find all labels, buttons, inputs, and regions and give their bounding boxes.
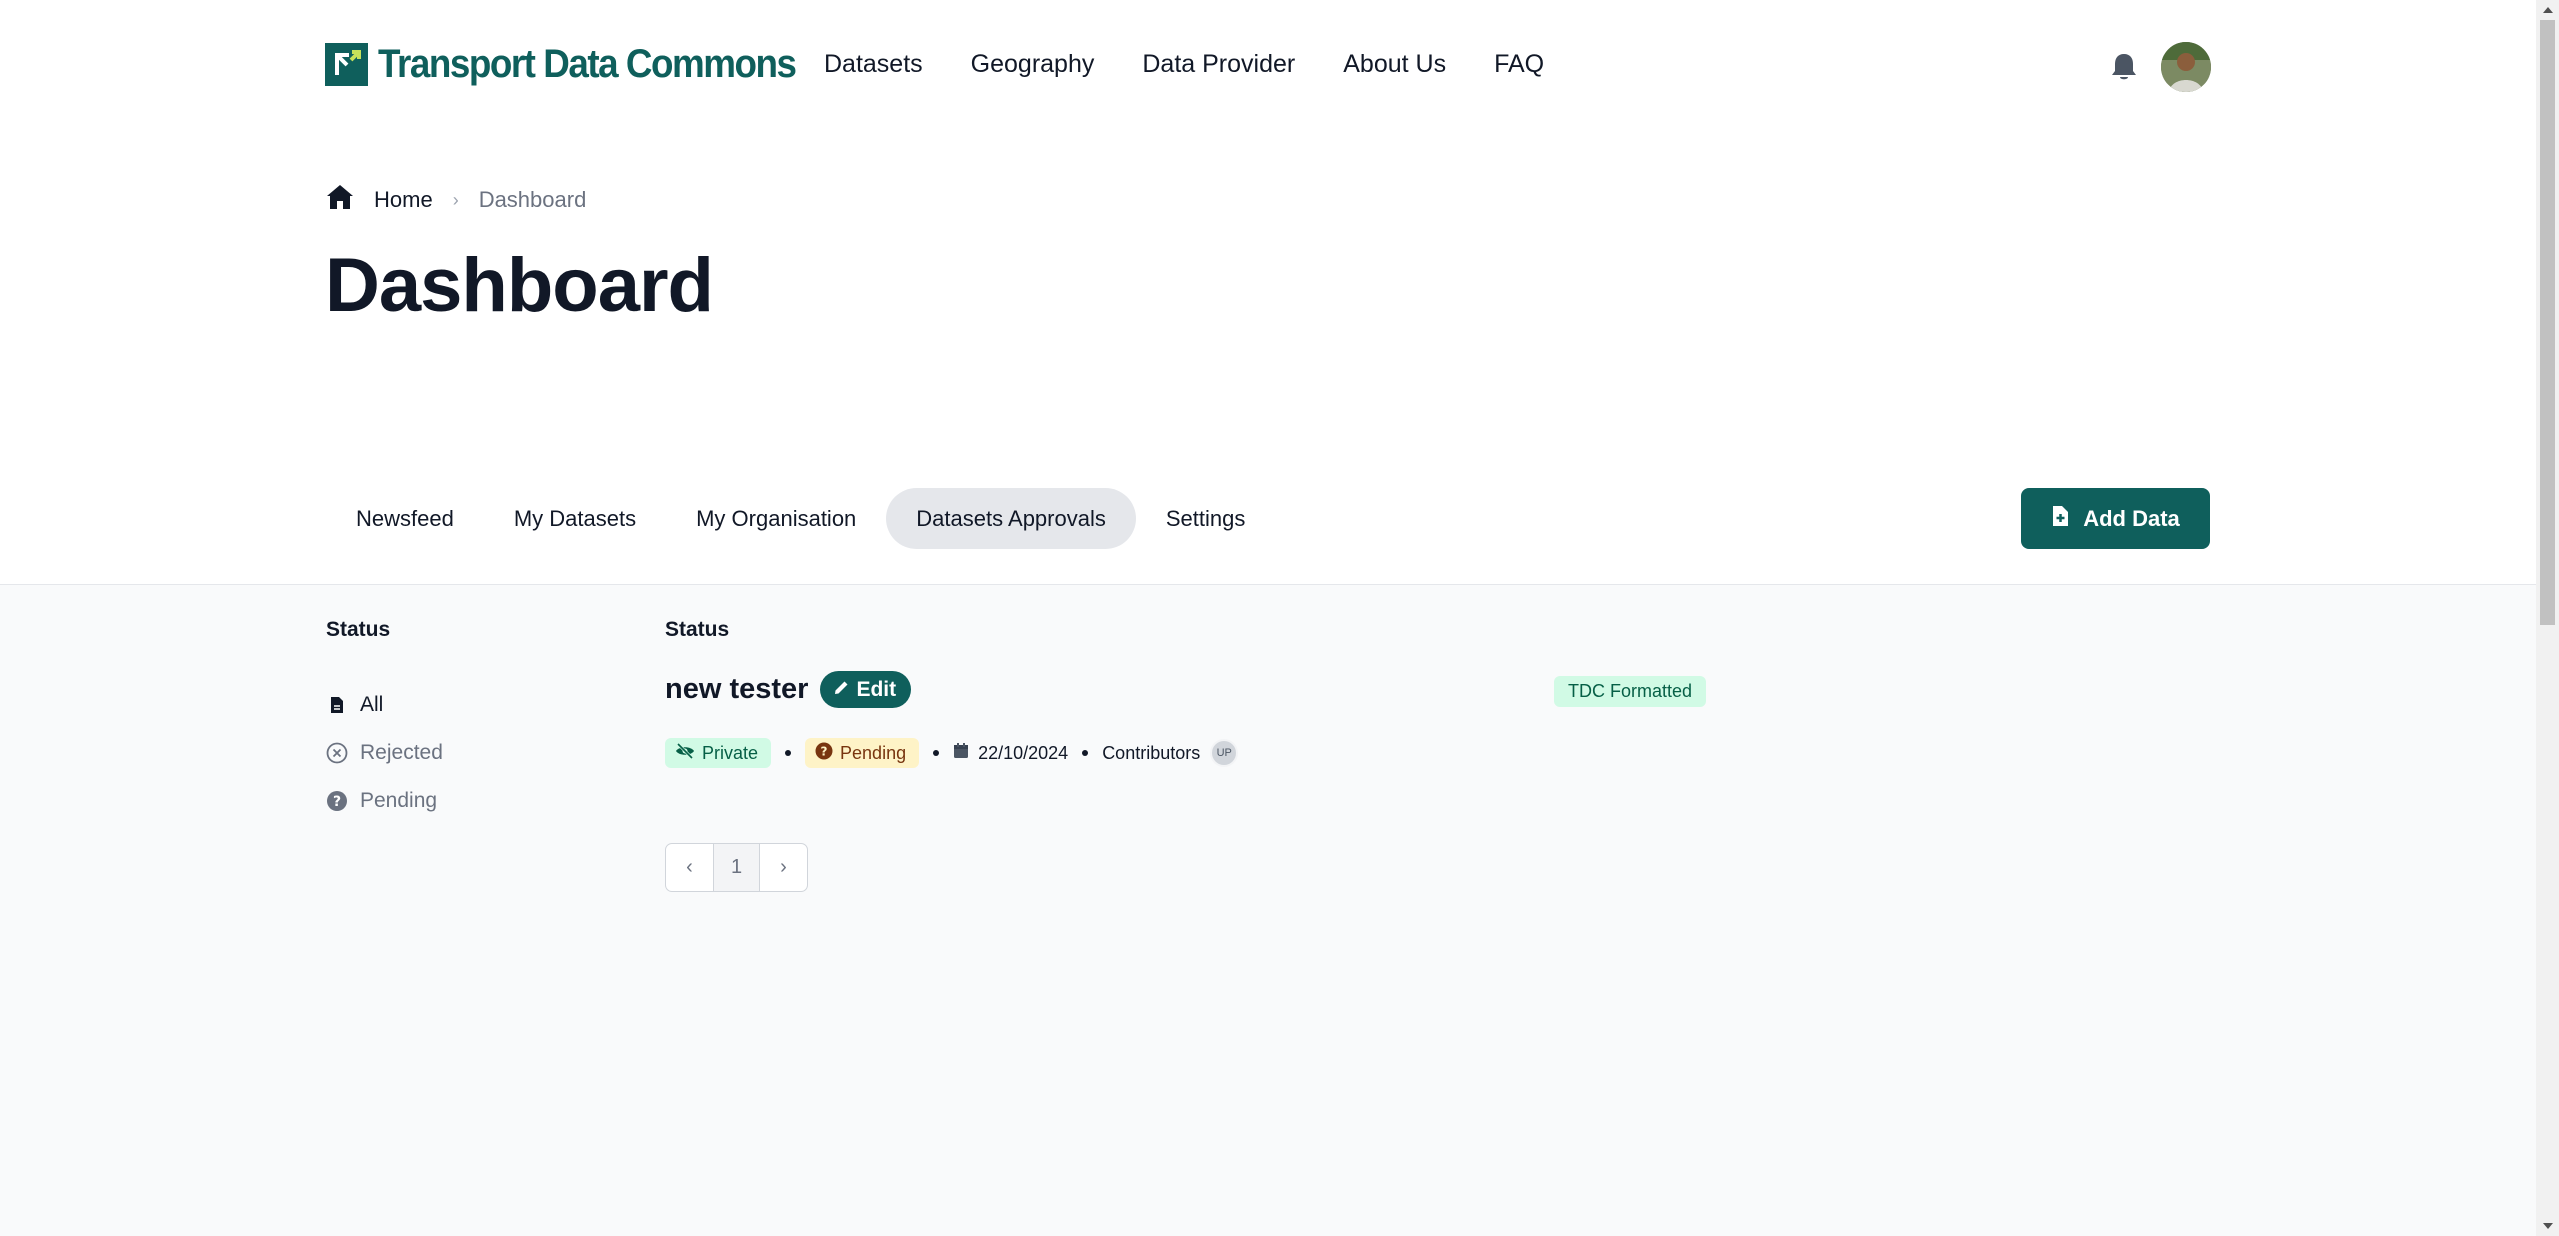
edit-label: Edit (856, 677, 897, 701)
nav-faq[interactable]: FAQ (1494, 50, 1544, 79)
filter-rejected-label: Rejected (360, 741, 443, 764)
date-text: 22/10/2024 (978, 742, 1069, 763)
dataset-meta: Private ? Pending 22/10/2024 Contributor… (665, 738, 1239, 768)
tab-my-organisation[interactable]: My Organisation (666, 488, 886, 549)
add-data-label: Add Data (2083, 505, 2180, 531)
tab-settings[interactable]: Settings (1136, 488, 1276, 549)
logo-mark-icon (325, 43, 368, 86)
nav-geography[interactable]: Geography (971, 50, 1095, 79)
contributor-avatar[interactable]: UP (1210, 739, 1239, 767)
results-title: Status (665, 618, 730, 641)
pagination-prev[interactable]: ‹ (666, 844, 713, 891)
calendar-icon (953, 742, 969, 764)
separator-dot (1082, 750, 1089, 756)
tab-newsfeed[interactable]: Newsfeed (326, 488, 484, 549)
pagination-next[interactable]: › (760, 844, 807, 891)
pencil-icon (833, 678, 850, 702)
main-nav: Datasets Geography Data Provider About U… (824, 50, 1544, 79)
dataset-name[interactable]: new tester (665, 673, 808, 706)
chevron-right-icon: › (452, 189, 459, 210)
pagination-page[interactable]: 1 (713, 844, 760, 891)
visibility-badge: Private (665, 738, 772, 768)
format-badge: TDC Formatted (1554, 676, 1707, 707)
breadcrumb-current: Dashboard (478, 187, 587, 212)
status-badge: ? Pending (805, 738, 920, 768)
tab-datasets-approvals[interactable]: Datasets Approvals (886, 488, 1136, 549)
page-title: Dashboard (325, 243, 714, 328)
breadcrumb: Home › Dashboard (326, 184, 586, 216)
filter-all-label: All (360, 693, 384, 716)
home-icon[interactable] (326, 184, 354, 216)
separator-dot (933, 750, 940, 756)
status-filter-list: All Rejected ? Pending (326, 681, 443, 825)
filter-pending-label: Pending (360, 789, 438, 812)
file-plus-icon (2051, 505, 2069, 533)
site-header: Transport Data Commons Datasets Geograph… (0, 0, 2536, 135)
nav-data-provider[interactable]: Data Provider (1142, 50, 1295, 79)
question-circle-icon: ? (326, 790, 348, 812)
svg-text:?: ? (821, 744, 828, 758)
filter-rejected[interactable]: Rejected (326, 729, 443, 777)
dashboard-tabs: Newsfeed My Datasets My Organisation Dat… (326, 488, 1275, 549)
sidebar-title: Status (326, 618, 391, 641)
scroll-down-arrow-icon[interactable] (2536, 1216, 2559, 1236)
edit-button[interactable]: Edit (820, 671, 912, 708)
dataset-title-row: new tester Edit (665, 671, 912, 708)
tab-my-datasets[interactable]: My Datasets (484, 488, 666, 549)
add-data-button[interactable]: Add Data (2021, 488, 2210, 549)
contributors: Contributors UP (1102, 739, 1239, 767)
bell-icon[interactable] (2110, 52, 2138, 82)
dataset-date: 22/10/2024 (953, 742, 1068, 764)
avatar[interactable] (2161, 42, 2211, 92)
contributors-label: Contributors (1102, 742, 1201, 763)
filter-all[interactable]: All (326, 681, 443, 729)
status-label: Pending (840, 742, 907, 763)
page-scrollbar[interactable] (2536, 0, 2559, 1236)
visibility-label: Private (702, 742, 759, 763)
nav-datasets[interactable]: Datasets (824, 50, 923, 79)
file-icon (326, 694, 348, 716)
scroll-up-arrow-icon[interactable] (2536, 0, 2559, 20)
content-area: Status All Rejected ? Pending Status new… (0, 584, 2536, 1236)
svg-text:?: ? (333, 794, 341, 810)
pagination: ‹ 1 › (665, 843, 808, 892)
separator-dot (785, 750, 792, 756)
question-circle-icon: ? (815, 742, 833, 765)
logo-text: Transport Data Commons (378, 42, 797, 86)
nav-about-us[interactable]: About Us (1343, 50, 1446, 79)
filter-pending[interactable]: ? Pending (326, 777, 443, 825)
x-circle-icon (326, 742, 348, 764)
site-logo[interactable]: Transport Data Commons (325, 42, 832, 87)
eye-slash-icon (675, 742, 695, 764)
breadcrumb-home[interactable]: Home (374, 187, 433, 213)
scroll-thumb[interactable] (2540, 20, 2555, 625)
